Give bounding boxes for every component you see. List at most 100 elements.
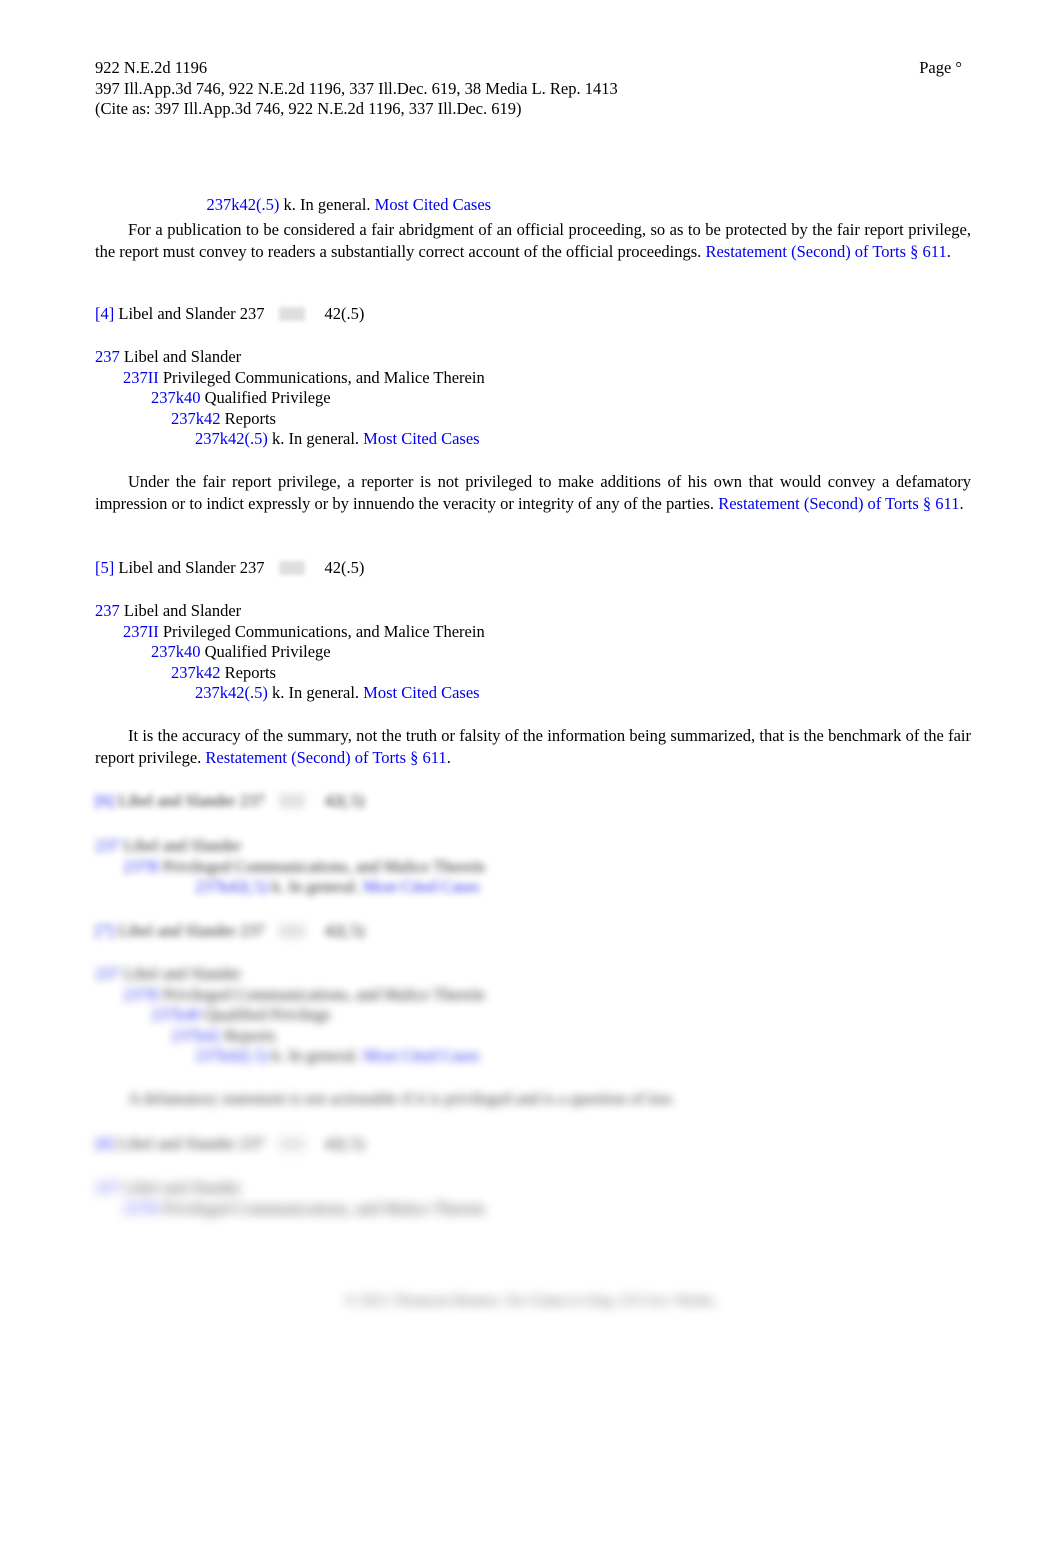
headnote-topic-7: Libel and Slander 237 <box>114 921 265 940</box>
hierarchy-label: Qualified Privilege <box>200 642 331 661</box>
hierarchy-number[interactable]: 237II <box>123 622 159 641</box>
key-number-link[interactable]: 237k42(.5) <box>207 195 280 214</box>
hierarchy-number[interactable]: 237II <box>123 857 159 876</box>
hierarchy-label: Privileged Communications, and Malice Th… <box>158 1198 485 1218</box>
hierarchy-number[interactable]: 237k40 <box>151 388 201 407</box>
headnote-marker-8[interactable]: [8] <box>95 1134 114 1155</box>
headnote-topic-6: Libel and Slander 237 <box>114 791 265 810</box>
key-icon <box>278 794 305 809</box>
hierarchy-label: Libel and Slander <box>119 347 242 366</box>
hierarchy-number[interactable]: 237k42(.5) <box>195 429 268 448</box>
hierarchy-row: 237II Privileged Communications, and Mal… <box>95 985 485 1006</box>
hierarchy-number[interactable]: 237k42 <box>171 409 221 428</box>
restatement-citation-link[interactable]: Restatement (Second) of Torts § 611 <box>705 242 946 261</box>
hierarchy-number[interactable]: 237k40 <box>151 1005 201 1024</box>
hierarchy-number[interactable]: 237k40 <box>151 642 201 661</box>
hierarchy-number[interactable]: 237 <box>95 601 120 620</box>
hierarchy-label: Reports <box>220 1025 276 1045</box>
hierarchy-row: 237II Privileged Communications, and Mal… <box>95 622 485 643</box>
hierarchy-label: Qualified Privilege <box>200 388 331 407</box>
most-cited-cases-link[interactable]: Most Cited Cases <box>363 683 479 702</box>
hierarchy-number[interactable]: 237k42 <box>171 1026 221 1045</box>
headnote-subsection-7: 42(.5) <box>324 921 365 940</box>
hierarchy-number[interactable]: 237II <box>123 985 159 1004</box>
key-icon <box>278 307 305 322</box>
headnote-subsection-5: 42(.5) <box>324 558 365 577</box>
hierarchy-label: Qualified Privilege <box>200 1005 331 1024</box>
footer-copyright: © 2011 Thomson Reuters. No Claim to Orig… <box>0 1292 1062 1311</box>
headnote-subsection-4: 42(.5) <box>324 304 365 323</box>
headnote-hierarchy-5: 237 Libel and Slander 237II Privileged C… <box>95 601 485 704</box>
hierarchy-row: 237 Libel and Slander <box>95 347 485 368</box>
key-icon <box>278 1137 305 1152</box>
hierarchy-number[interactable]: 237 <box>95 964 120 983</box>
headnote-hierarchy-4: 237 Libel and Slander 237II Privileged C… <box>95 347 485 450</box>
hierarchy-number[interactable]: 237 <box>95 347 120 366</box>
hierarchy-row: 237k42 Reports <box>95 663 485 684</box>
hierarchy-row: 237 Libel and Slander <box>95 964 485 985</box>
hierarchy-row: 237II Privileged Communications, and Mal… <box>95 1199 485 1220</box>
hierarchy-label: Libel and Slander <box>119 836 242 855</box>
hierarchy-label: Privileged Communications, and Malice Th… <box>158 367 485 387</box>
hierarchy-number[interactable]: 237II <box>123 368 159 387</box>
citation-parallel: 397 Ill.App.3d 746, 922 N.E.2d 1196, 337… <box>95 78 618 98</box>
hierarchy-row: 237k42(.5) k. In general. Most Cited Cas… <box>95 429 485 450</box>
hierarchy-row: 237 Libel and Slander <box>95 1178 485 1199</box>
hierarchy-number[interactable]: 237k42 <box>171 663 221 682</box>
most-cited-cases-link[interactable]: Most Cited Cases <box>375 195 491 214</box>
headnote-title-7: [7] Libel and Slander 237 42(.5) <box>95 921 364 942</box>
hierarchy-label: Privileged Communications, and Malice Th… <box>158 856 485 876</box>
headnote-topic-5: Libel and Slander 237 <box>114 558 265 577</box>
paragraph-tail: . <box>446 747 451 767</box>
key-number-text: k. In general. <box>279 194 375 214</box>
headnote-subsection-6: 42(.5) <box>324 791 365 810</box>
hierarchy-row: 237 Libel and Slander <box>95 836 485 857</box>
citation-primary: 922 N.E.2d 1196 <box>95 58 208 77</box>
hierarchy-label: Libel and Slander <box>119 964 242 983</box>
hierarchy-number[interactable]: 237II <box>123 1199 159 1218</box>
hierarchy-row: 237 Libel and Slander <box>95 601 485 622</box>
hierarchy-label: k. In general. <box>267 1046 364 1065</box>
hierarchy-label: k. In general. <box>267 683 364 702</box>
paragraph-tail: . <box>946 241 951 261</box>
headnote-hierarchy-7: 237 Libel and Slander 237II Privileged C… <box>95 964 485 1067</box>
headnote-title-5: [5] Libel and Slander 237 42(.5) <box>95 558 364 579</box>
headnote-marker-4[interactable]: [4] <box>95 304 114 325</box>
paragraph-reporter-additions: Under the fair report privilege, a repor… <box>95 471 971 515</box>
hierarchy-row: 237k40 Qualified Privilege <box>95 642 485 663</box>
hierarchy-label: k. In general. <box>267 429 364 448</box>
headnote-marker-7[interactable]: [7] <box>95 921 114 942</box>
hierarchy-number[interactable]: 237k42(.5) <box>195 1046 268 1065</box>
restatement-citation-link[interactable]: Restatement (Second) of Torts § 611 <box>718 494 959 513</box>
paragraph-privileged-statement: A defamatory statement is not actionable… <box>95 1088 795 1110</box>
headnote-title-4: [4] Libel and Slander 237 42(.5) <box>95 304 364 325</box>
most-cited-cases-link[interactable]: Most Cited Cases <box>363 429 479 448</box>
copyright-text: © 2011 Thomson Reuters. No Claim to Orig… <box>344 1293 718 1309</box>
hierarchy-row: 237k42 Reports <box>95 1026 485 1047</box>
headnote-hierarchy-8: 237 Libel and Slander 237II Privileged C… <box>95 1178 485 1219</box>
key-icon <box>278 924 305 939</box>
most-cited-cases-link[interactable]: Most Cited Cases <box>363 1046 479 1065</box>
headnote-topic-4: Libel and Slander 237 <box>114 304 265 323</box>
key-icon <box>278 561 305 576</box>
hierarchy-label: Libel and Slander <box>119 1178 242 1197</box>
hierarchy-row: 237k40 Qualified Privilege <box>95 1005 485 1026</box>
hierarchy-number[interactable]: 237k42(.5) <box>195 683 268 702</box>
headnote-marker-6[interactable]: [6] <box>95 791 114 812</box>
hierarchy-row: 237II Privileged Communications, and Mal… <box>95 368 485 389</box>
document-header: 922 N.E.2d 1196 Page ° 397 Ill.App.3d 74… <box>95 58 970 120</box>
cite-as-line: (Cite as: 397 Ill.App.3d 746, 922 N.E.2d… <box>95 99 522 118</box>
page-number-label: Page ° <box>919 58 962 77</box>
hierarchy-number[interactable]: 237 <box>95 836 120 855</box>
headnote-marker-5[interactable]: [5] <box>95 558 114 579</box>
hierarchy-row: 237k40 Qualified Privilege <box>95 388 485 409</box>
most-cited-cases-link[interactable]: Most Cited Cases <box>363 877 479 896</box>
hierarchy-label: Privileged Communications, and Malice Th… <box>158 984 485 1004</box>
restatement-citation-link[interactable]: Restatement (Second) of Torts § 611 <box>205 748 446 767</box>
paragraph-text: A defamatory statement is not actionable… <box>128 1089 675 1108</box>
hierarchy-label: Reports <box>220 662 276 682</box>
headnote-subsection-8: 42(.5) <box>324 1134 365 1153</box>
hierarchy-number[interactable]: 237k42(.5) <box>195 877 268 896</box>
hierarchy-number[interactable]: 237 <box>95 1178 120 1197</box>
document-page: 922 N.E.2d 1196 Page ° 397 Ill.App.3d 74… <box>0 0 1062 1561</box>
